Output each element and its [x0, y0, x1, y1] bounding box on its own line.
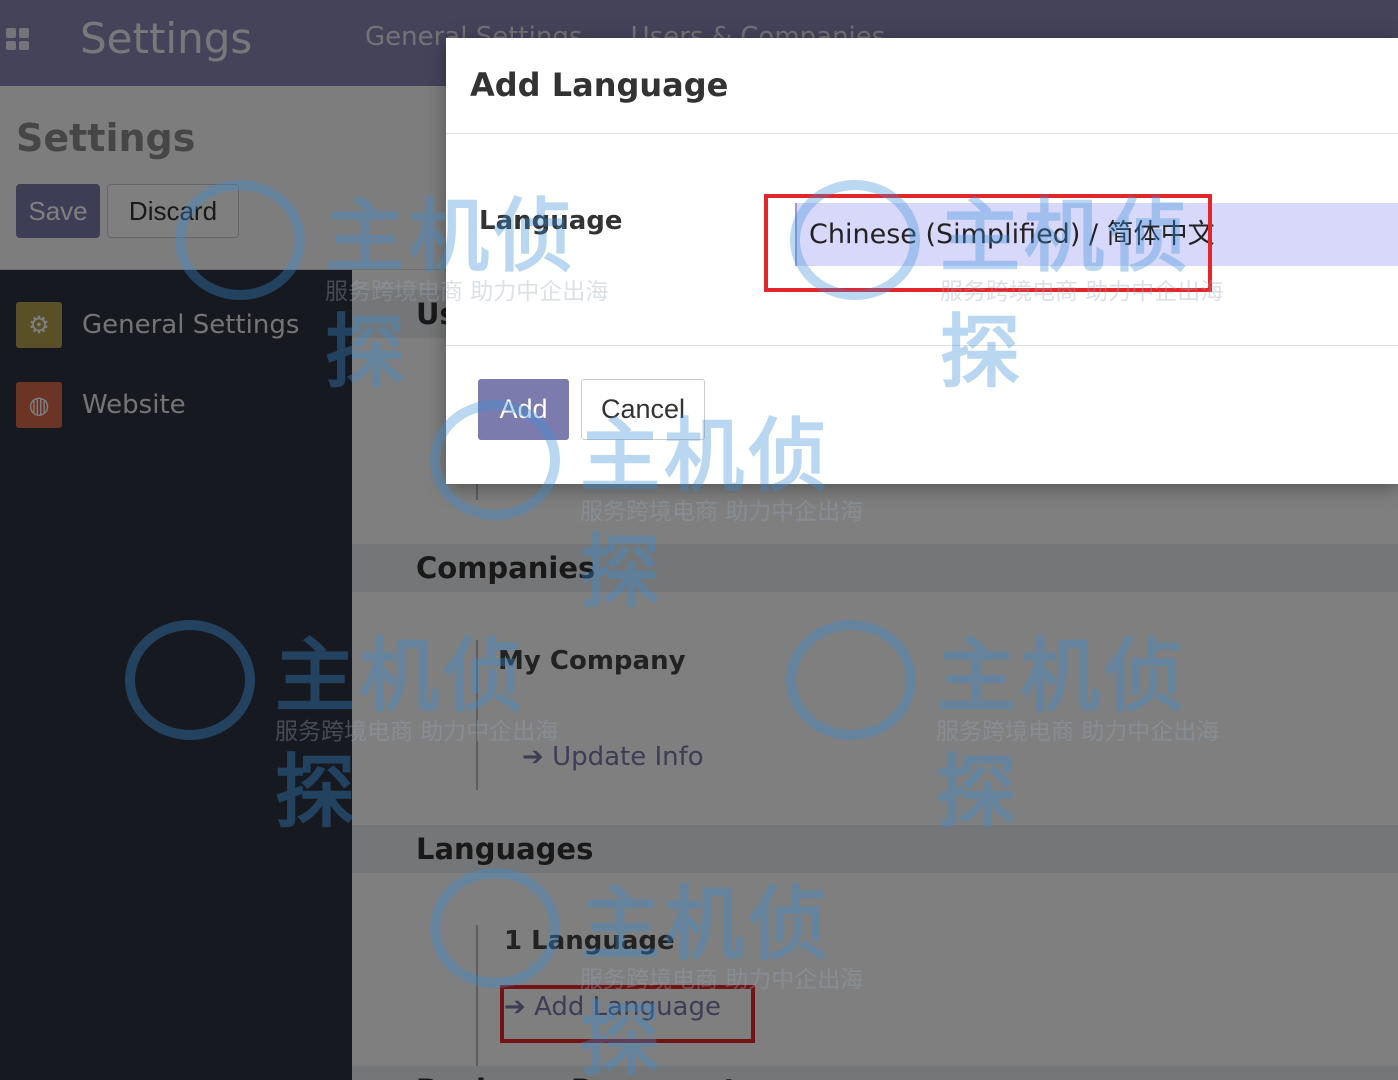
dialog-title: Add Language: [470, 66, 729, 104]
divider: [446, 133, 1398, 134]
add-button[interactable]: Add: [478, 379, 569, 440]
cancel-button[interactable]: Cancel: [581, 379, 705, 440]
highlight-box: [764, 194, 1212, 292]
divider: [446, 345, 1398, 346]
language-field-label: Language: [479, 206, 623, 236]
